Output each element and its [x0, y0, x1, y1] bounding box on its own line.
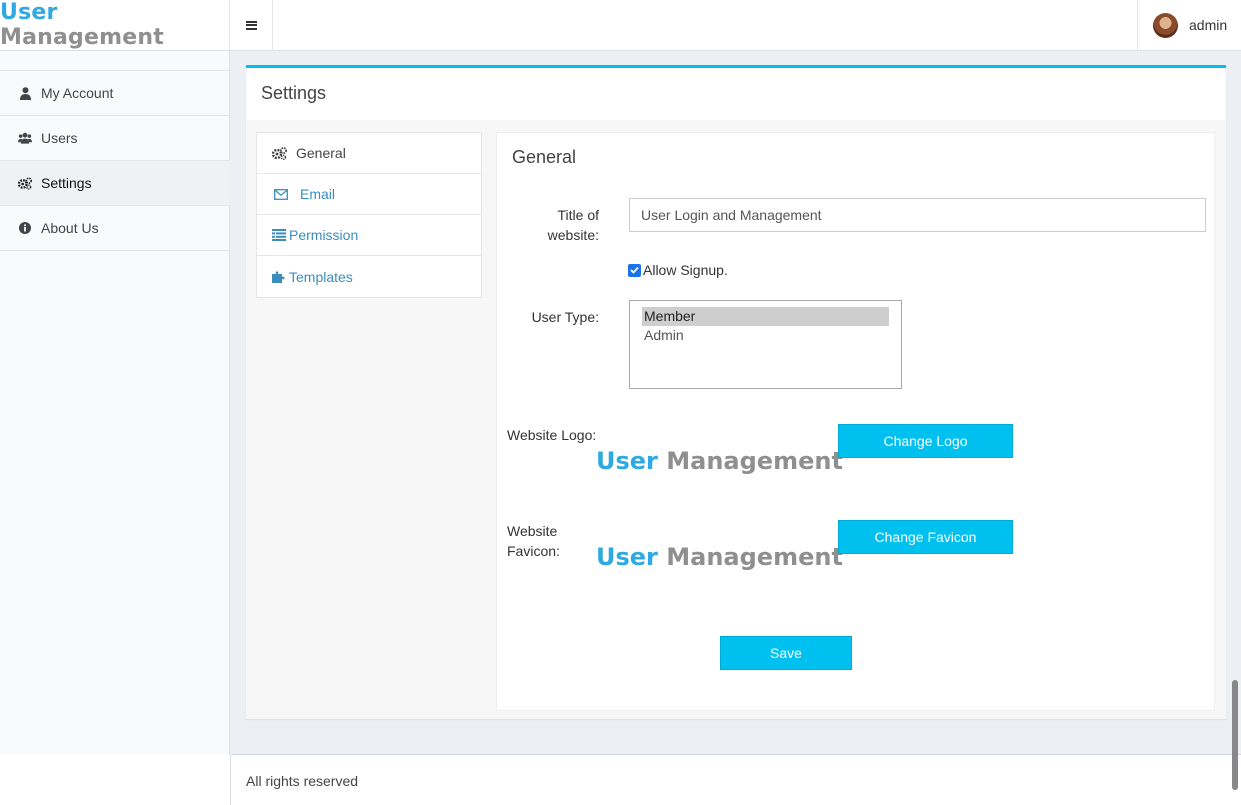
- sidebar-item-users[interactable]: Users: [0, 116, 230, 161]
- settings-body: General Email Permission Templates Gener…: [246, 120, 1226, 719]
- user-menu[interactable]: admin: [1137, 0, 1241, 50]
- user-type-option-member[interactable]: Member: [642, 307, 889, 326]
- label-line: website:: [547, 227, 599, 243]
- sidebar-toggle-button[interactable]: [230, 0, 273, 50]
- footer: All rights reserved: [231, 754, 1241, 805]
- tab-templates[interactable]: Templates: [257, 256, 481, 297]
- sidebar-nav: My Account Users Settings About Us: [0, 70, 230, 251]
- user-name: admin: [1189, 17, 1228, 33]
- footer-text: All rights reserved: [246, 773, 359, 789]
- sidebar: My Account Users Settings About Us: [0, 51, 230, 754]
- users-icon: [18, 131, 32, 145]
- page-title: Settings: [261, 83, 327, 103]
- change-favicon-button[interactable]: Change Favicon: [838, 520, 1013, 554]
- sidebar-item-label: My Account: [41, 85, 114, 101]
- tab-label: Templates: [289, 268, 353, 285]
- hamburger-icon: [245, 20, 257, 30]
- title-of-website-label: Title of website:: [537, 205, 599, 245]
- website-logo-image: User Management: [596, 447, 843, 475]
- user-type-label: User Type:: [531, 309, 599, 325]
- tab-general[interactable]: General: [257, 133, 481, 174]
- user-icon: [18, 86, 32, 100]
- label-line: Favicon:: [507, 543, 560, 559]
- tab-label: Email: [300, 186, 336, 202]
- gears-icon: [272, 146, 287, 160]
- avatar: [1153, 12, 1178, 38]
- logo-text: User Management: [0, 0, 229, 50]
- website-favicon-label: Website Favicon:: [507, 521, 560, 561]
- sidebar-item-label: Users: [41, 130, 78, 146]
- scrollbar-thumb[interactable]: [1232, 680, 1238, 790]
- sidebar-item-my-account[interactable]: My Account: [0, 71, 230, 116]
- puzzle-icon: [272, 270, 286, 283]
- logo-image-part: User: [596, 447, 658, 475]
- logo-part-management: Management: [0, 25, 164, 50]
- tab-label: Permission: [289, 227, 359, 243]
- label-line: Title of: [557, 207, 600, 223]
- allow-signup-checkbox[interactable]: Allow Signup.: [628, 262, 728, 278]
- logo-image-part: Management: [666, 543, 843, 571]
- panel-title: General: [512, 147, 577, 167]
- sidebar-item-label: About Us: [41, 220, 99, 236]
- sidebar-item-about-us[interactable]: About Us: [0, 206, 230, 251]
- brand-logo[interactable]: User Management: [0, 0, 230, 50]
- settings-box: Settings General Email Permission Templa…: [246, 65, 1226, 719]
- general-settings-panel: General Title of website: Allow Signup. …: [496, 132, 1215, 711]
- logo-image-part: Management: [666, 447, 843, 475]
- settings-tabs: General Email Permission Templates: [256, 132, 482, 298]
- change-logo-button[interactable]: Change Logo: [838, 424, 1013, 458]
- website-title-input[interactable]: [629, 198, 1206, 232]
- user-type-option-admin[interactable]: Admin: [642, 326, 889, 345]
- checkmark-icon: [628, 263, 641, 277]
- top-header: User Management admin: [0, 0, 1241, 51]
- allow-signup-label: Allow Signup.: [643, 262, 728, 278]
- sidebar-item-label: Settings: [41, 175, 92, 191]
- save-button[interactable]: Save: [720, 636, 852, 670]
- envelope-icon: [274, 188, 288, 200]
- user-type-select[interactable]: Member Admin: [629, 300, 902, 389]
- website-favicon-image: User Management: [596, 543, 843, 571]
- sidebar-footer-area: [0, 754, 231, 805]
- sidebar-item-settings[interactable]: Settings: [0, 161, 230, 206]
- logo-image-part: User: [596, 543, 658, 571]
- website-logo-label: Website Logo:: [507, 427, 597, 443]
- tab-email[interactable]: Email: [257, 174, 481, 215]
- info-circle-icon: [18, 221, 32, 235]
- tab-permission[interactable]: Permission: [257, 215, 481, 256]
- list-icon: [272, 229, 286, 241]
- logo-part-user: User: [0, 0, 58, 25]
- gears-icon: [18, 176, 32, 190]
- label-line: Website: [507, 523, 558, 539]
- tab-label: General: [296, 145, 346, 161]
